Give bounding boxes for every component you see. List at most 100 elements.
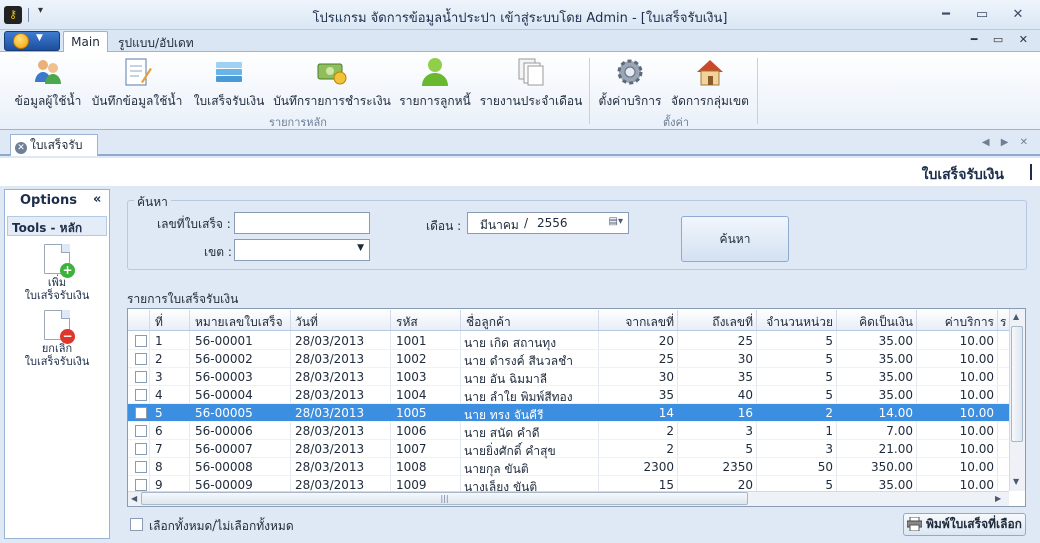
cell-amount: 35.00 <box>878 334 913 348</box>
cell-from-no: 15 <box>658 478 674 491</box>
vertical-scroll-thumb[interactable] <box>1011 326 1023 442</box>
scroll-right-arrow-icon[interactable]: ▶ <box>995 494 1001 503</box>
cell-amount: 21.00 <box>878 442 913 456</box>
cell-no: 5 <box>155 406 163 420</box>
cell-code: 1008 <box>396 460 427 474</box>
cell-amount: 35.00 <box>878 370 913 384</box>
select-all-label[interactable]: เลือกทั้งหมด/ไม่เลือกทั้งหมด <box>149 517 294 536</box>
cell-from-no: 2300 <box>643 460 674 474</box>
cell-amount: 35.00 <box>878 478 913 491</box>
cell-units: 5 <box>825 478 833 491</box>
table-row[interactable]: 9 56-00009 28/03/2013 1009 นางเล็ยง ขันติ 15… <box>128 476 1009 491</box>
cell-receipt-no: 56-00003 <box>195 370 253 384</box>
cell-date: 28/03/2013 <box>295 388 365 402</box>
cell-code: 1001 <box>396 334 427 348</box>
cell-date: 28/03/2013 <box>295 442 365 456</box>
cell-code: 1006 <box>396 424 427 438</box>
select-all-checkbox[interactable] <box>130 518 143 531</box>
cell-receipt-no: 56-00008 <box>195 460 253 474</box>
horizontal-scroll-thumb[interactable]: ||| <box>141 492 748 505</box>
cell-from-no: 2 <box>666 442 674 456</box>
cell-customer: นางเล็ยง ขันติ <box>464 480 538 491</box>
scroll-left-arrow-icon[interactable]: ◀ <box>131 494 137 503</box>
cell-amount: 35.00 <box>878 352 913 366</box>
cell-units: 1 <box>825 424 833 438</box>
cell-receipt-no: 56-00006 <box>195 424 253 438</box>
cell-receipt-no: 56-00002 <box>195 352 253 366</box>
cell-service-fee: 10.00 <box>959 352 994 366</box>
cell-amount: 14.00 <box>878 406 913 420</box>
cell-no: 4 <box>155 388 163 402</box>
cell-units: 5 <box>825 334 833 348</box>
cell-service-fee: 10.00 <box>959 388 994 402</box>
cell-amount: 7.00 <box>886 424 913 438</box>
grid-body: 1 56-00001 28/03/2013 1001 นาย เกิด สถานทุง 2… <box>0 0 1040 491</box>
cell-no: 1 <box>155 334 163 348</box>
cell-to-no: 40 <box>737 388 753 402</box>
cell-to-no: 5 <box>745 442 753 456</box>
cell-to-no: 25 <box>737 334 753 348</box>
cell-service-fee: 10.00 <box>959 424 994 438</box>
row-checkbox[interactable] <box>135 353 147 365</box>
cell-service-fee: 10.00 <box>959 334 994 348</box>
table-row[interactable]: 5 56-00005 28/03/2013 1005 นาย ทรง จันคีรี 14… <box>128 404 1009 422</box>
cell-no: 6 <box>155 424 163 438</box>
cell-to-no: 3 <box>745 424 753 438</box>
row-checkbox[interactable] <box>135 389 147 401</box>
cell-service-fee: 10.00 <box>959 460 994 474</box>
cell-code: 1002 <box>396 352 427 366</box>
cell-to-no: 20 <box>737 478 753 491</box>
cell-receipt-no: 56-00004 <box>195 388 253 402</box>
table-row[interactable]: 8 56-00008 28/03/2013 1008 นายกุล ขันติ 2300… <box>128 458 1009 476</box>
cell-units: 5 <box>825 388 833 402</box>
scroll-up-arrow-icon[interactable]: ▲ <box>1013 312 1019 321</box>
cell-no: 3 <box>155 370 163 384</box>
table-row[interactable]: 2 56-00002 28/03/2013 1002 นาย ดำรงค์ สีนวลช… <box>128 350 1009 368</box>
cell-no: 7 <box>155 442 163 456</box>
cell-receipt-no: 56-00001 <box>195 334 253 348</box>
row-checkbox[interactable] <box>135 371 147 383</box>
row-checkbox[interactable] <box>135 461 147 473</box>
cell-code: 1003 <box>396 370 427 384</box>
printer-icon <box>906 516 923 532</box>
cell-code: 1007 <box>396 442 427 456</box>
row-checkbox[interactable] <box>135 335 147 347</box>
table-row[interactable]: 4 56-00004 28/03/2013 1004 นาย ลำใย พิมพ์สีท… <box>128 386 1009 404</box>
table-row[interactable]: 1 56-00001 28/03/2013 1001 นาย เกิด สถานทุง 2… <box>128 332 1009 350</box>
cell-date: 28/03/2013 <box>295 460 365 474</box>
cell-to-no: 2350 <box>722 460 753 474</box>
cell-from-no: 30 <box>658 370 674 384</box>
cell-no: 2 <box>155 352 163 366</box>
cell-date: 28/03/2013 <box>295 478 365 491</box>
row-checkbox[interactable] <box>135 425 147 437</box>
cell-to-no: 30 <box>737 352 753 366</box>
cell-from-no: 25 <box>658 352 674 366</box>
cell-units: 2 <box>825 406 833 420</box>
cell-code: 1005 <box>396 406 427 420</box>
cell-units: 5 <box>825 352 833 366</box>
cell-service-fee: 10.00 <box>959 442 994 456</box>
cell-service-fee: 10.00 <box>959 478 994 491</box>
cell-service-fee: 10.00 <box>959 406 994 420</box>
cell-receipt-no: 56-00007 <box>195 442 253 456</box>
cell-date: 28/03/2013 <box>295 370 365 384</box>
row-checkbox[interactable] <box>135 479 147 491</box>
table-row[interactable]: 7 56-00007 28/03/2013 1007 นายยิ่งศักดิ์ คำ… <box>128 440 1009 458</box>
cell-receipt-no: 56-00009 <box>195 478 253 491</box>
row-checkbox[interactable] <box>135 407 147 419</box>
cell-amount: 35.00 <box>878 388 913 402</box>
table-row[interactable]: 6 56-00006 28/03/2013 1006 นาย สนัด คำดี 2 3 1 7… <box>128 422 1009 440</box>
cell-receipt-no: 56-00005 <box>195 406 253 420</box>
cell-date: 28/03/2013 <box>295 334 365 348</box>
cell-units: 50 <box>817 460 833 474</box>
cell-service-fee: 10.00 <box>959 370 994 384</box>
cell-no: 8 <box>155 460 163 474</box>
scroll-down-arrow-icon[interactable]: ▼ <box>1013 477 1019 486</box>
cell-code: 1009 <box>396 478 427 491</box>
cell-units: 5 <box>825 370 833 384</box>
row-checkbox[interactable] <box>135 443 147 455</box>
cell-units: 3 <box>825 442 833 456</box>
cell-amount: 350.00 <box>871 460 913 474</box>
table-row[interactable]: 3 56-00003 28/03/2013 1003 นาย อัน ฉิมมาลี 30… <box>128 368 1009 386</box>
cell-date: 28/03/2013 <box>295 352 365 366</box>
